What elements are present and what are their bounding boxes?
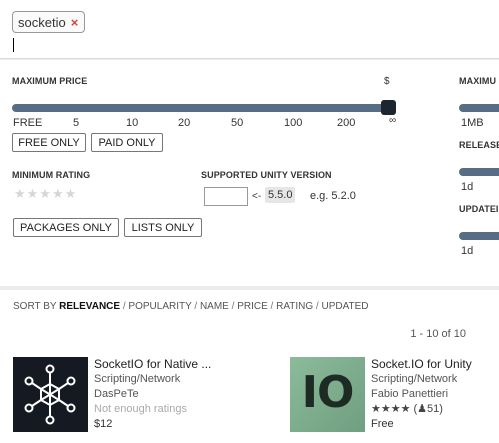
result-publisher[interactable]: Fabio Panettieri [371,388,448,400]
price-tick: ∞ [389,115,397,126]
min-rating-label: MINIMUM RATING [12,170,91,180]
currency-symbol: $ [384,76,390,87]
unity-version-example: e.g. 5.2.0 [310,190,356,202]
max-price-label: MAXIMUM PRICE [12,76,88,86]
results-count: 1 - 10 of 10 [410,328,466,340]
released-tick: 1d [461,181,474,193]
result-title[interactable]: SocketIO for Native ... [94,357,211,371]
sort-price[interactable]: PRICE [237,301,268,312]
sort-separator: / [231,301,235,312]
price-tick: 5 [73,117,80,129]
remove-tag-icon[interactable]: × [71,15,79,30]
result-rating: ★★★★ (♟51) [371,402,443,415]
result-category[interactable]: Scripting/Network [94,373,180,385]
io-logo-text: IO [301,367,355,418]
search-tag-label: socketio [18,14,66,30]
price-tick: 10 [126,117,139,129]
updated-tick: 1d [461,245,474,257]
min-rating-stars[interactable]: ★★★★★ [14,186,77,202]
size-tick: 1MB [461,117,484,129]
socketio-native-thumbnail[interactable] [13,357,88,432]
max-size-label: MAXIMU [459,76,497,86]
sort-separator: / [194,301,198,312]
unity-version-label: SUPPORTED UNITY VERSION [201,170,332,180]
result-publisher[interactable]: DasPeTe [94,388,139,400]
sort-separator: / [270,301,274,312]
price-tick: FREE [13,117,43,129]
updated-label: UPDATEI [459,204,499,214]
current-unity-version[interactable]: 5.5.0 [265,187,296,203]
max-price-slider[interactable] [12,104,396,112]
released-slider[interactable] [459,168,499,176]
results-panel: SORT BY RELEVANCE / POPULARITY / NAME / … [0,290,499,443]
price-tick: 200 [337,117,356,129]
lists-only-button[interactable]: LISTS ONLY [124,218,202,237]
sort-rating[interactable]: RATING [276,301,313,312]
network-graph-icon [24,364,76,425]
updated-slider[interactable] [459,232,499,240]
result-rating-count: (♟51) [413,403,443,415]
price-tick: 50 [231,117,244,129]
free-only-button[interactable]: FREE ONLY [12,133,86,152]
result-title[interactable]: Socket.IO for Unity [371,357,472,371]
sort-bar: SORT BY RELEVANCE / POPULARITY / NAME / … [13,301,369,312]
released-label: RELEASE [459,140,499,150]
sort-relevance[interactable]: RELEVANCE [59,301,120,312]
price-tick: 20 [178,117,191,129]
sort-prefix: SORT BY [13,301,57,312]
max-price-slider-handle[interactable] [381,100,396,115]
search-input-caret[interactable] [13,38,14,52]
unity-version-input[interactable] [204,187,248,206]
sort-separator: / [122,301,126,312]
sort-separator: / [315,301,319,312]
search-panel: socketio × [0,0,499,59]
result-price: $12 [94,418,113,430]
max-size-slider[interactable] [459,104,499,112]
sort-popularity[interactable]: POPULARITY [128,301,191,312]
filter-panel: MAXIMUM PRICE $ FREE 5 10 20 50 100 200 … [0,60,499,286]
result-price: Free [371,418,394,430]
result-rating-text: Not enough ratings [94,403,187,415]
packages-only-button[interactable]: PACKAGES ONLY [13,218,119,237]
price-tick: 100 [284,117,303,129]
unity-version-arrow: <- [252,191,262,202]
sort-updated[interactable]: UPDATED [321,301,368,312]
socketio-unity-thumbnail[interactable]: IO [290,357,365,432]
paid-only-button[interactable]: PAID ONLY [91,133,163,152]
result-category[interactable]: Scripting/Network [371,373,457,385]
sort-name[interactable]: NAME [200,301,229,312]
result-stars: ★★★★ [371,403,411,415]
search-tag: socketio × [12,11,86,33]
